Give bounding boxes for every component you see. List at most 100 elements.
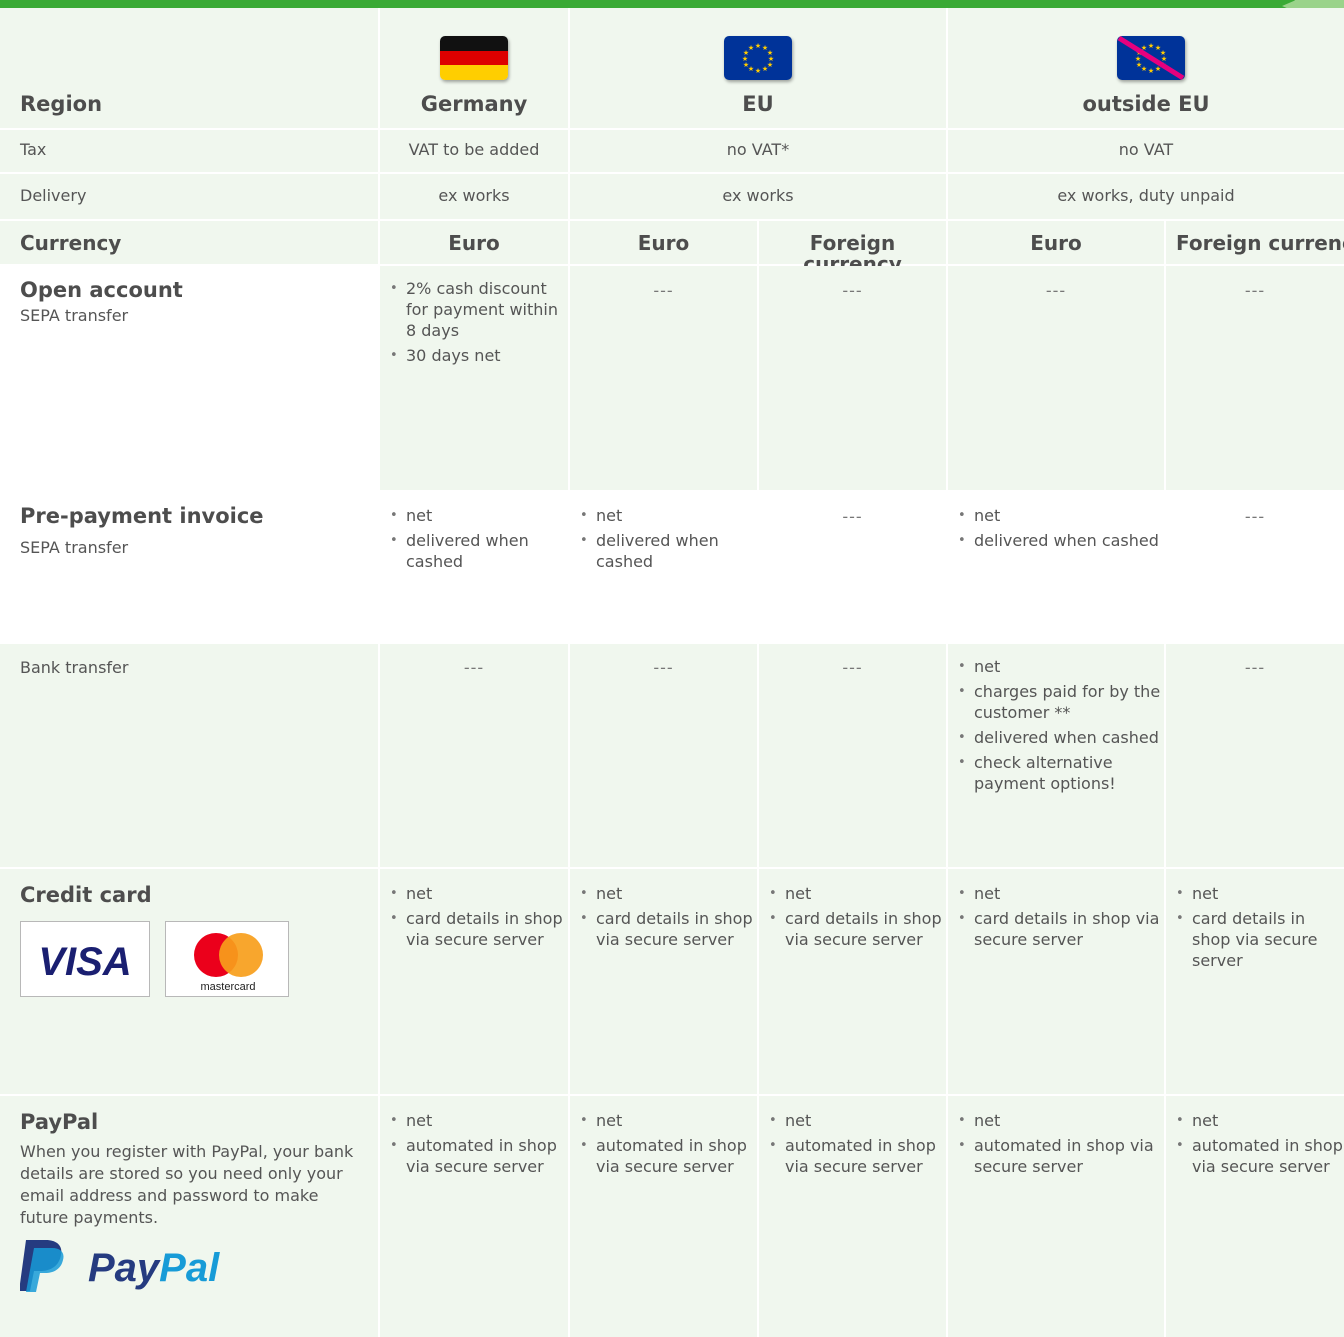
list-item: net: [390, 1110, 568, 1131]
list-item: net: [958, 883, 1164, 904]
list-item: delivered when cashed: [580, 530, 757, 572]
svg-text:★: ★: [755, 42, 761, 50]
open-account-eu-euro: ---: [653, 281, 674, 300]
tax-label: Tax: [20, 140, 47, 159]
credit-card-outside-euro: net card details in shop via secure serv…: [948, 883, 1164, 954]
list-item: net: [958, 1110, 1164, 1131]
column-divider: [1164, 221, 1166, 1337]
svg-text:PayPal: PayPal: [88, 1246, 220, 1290]
list-item: automated in shop via secure server: [1176, 1135, 1344, 1177]
list-item: 30 days net: [390, 345, 568, 366]
column-divider: [757, 221, 759, 1337]
list-item: card details in shop via secure server: [769, 908, 946, 950]
list-item: automated in shop via secure server: [958, 1135, 1164, 1177]
mastercard-logo: mastercard: [165, 921, 289, 997]
eu-flag-icon: ★ ★ ★ ★ ★ ★ ★ ★ ★ ★ ★ ★: [724, 36, 792, 80]
list-item: automated in shop via secure server: [580, 1135, 757, 1177]
currency-eu-euro: Euro: [637, 231, 690, 255]
delivery-germany: ex works: [438, 186, 510, 205]
open-account-eu-foreign: ---: [842, 281, 863, 300]
open-account-germany: 2% cash discount for payment within 8 da…: [380, 278, 568, 370]
region-outside-eu: outside EU: [1082, 92, 1210, 116]
paypal-eu-euro: net automated in shop via secure server: [570, 1110, 757, 1181]
credit-card-eu-foreign: net card details in shop via secure serv…: [759, 883, 946, 954]
list-item: card details in shop via secure server: [1176, 908, 1344, 971]
open-account-outside-euro: ---: [1045, 281, 1067, 300]
paypal-title: PayPal: [20, 1110, 99, 1134]
list-item: delivered when cashed: [958, 727, 1164, 748]
paypal-logo: PayPal: [19, 1236, 270, 1296]
open-account-label: Open account SEPA transfer: [0, 280, 370, 327]
list-item: net: [958, 505, 1164, 526]
prepayment-label: Pre-payment invoice SEPA transfer: [0, 506, 370, 559]
paypal-germany: net automated in shop via secure server: [380, 1110, 568, 1181]
svg-text:★: ★: [762, 65, 768, 73]
bank-transfer-label: Bank transfer: [20, 658, 129, 677]
list-item: net: [580, 883, 757, 904]
list-item: automated in shop via secure server: [769, 1135, 946, 1177]
bank-transfer-eu-euro: ---: [653, 658, 674, 677]
tax-eu: no VAT*: [726, 140, 790, 159]
region-eu: EU: [742, 92, 774, 116]
paypal-outside-foreign: net automated in shop via secure server: [1166, 1110, 1344, 1181]
delivery-eu: ex works: [722, 186, 794, 205]
bank-transfer-eu-foreign: ---: [842, 658, 863, 677]
delivery-outside-eu: ex works, duty unpaid: [1057, 186, 1235, 205]
list-item: delivered when cashed: [390, 530, 568, 572]
delivery-label: Delivery: [20, 186, 87, 205]
list-item: card details in shop via secure server: [390, 908, 568, 950]
prepayment-title: Pre-payment invoice: [20, 504, 264, 528]
credit-card-title: Credit card: [20, 883, 152, 907]
bank-transfer-outside-euro: net charges paid for by the customer ** …: [948, 656, 1164, 798]
germany-flag-icon: [440, 36, 508, 80]
list-item: net: [390, 883, 568, 904]
currency-outside-foreign: Foreign currency: [1176, 231, 1344, 255]
list-item: charges paid for by the customer **: [958, 681, 1164, 723]
list-item: net: [769, 883, 946, 904]
credit-card-eu-euro: net card details in shop via secure serv…: [570, 883, 757, 954]
credit-card-germany: net card details in shop via secure serv…: [380, 883, 568, 954]
open-account-outside-foreign: ---: [1244, 281, 1266, 300]
currency-label: Currency: [20, 231, 122, 255]
prepayment-eu-foreign: ---: [842, 507, 863, 526]
list-item: net: [958, 656, 1164, 677]
paypal-description: When you register with PayPal, your bank…: [20, 1142, 354, 1227]
list-item: automated in shop via secure server: [390, 1135, 568, 1177]
credit-card-outside-foreign: net card details in shop via secure serv…: [1166, 883, 1344, 975]
bank-transfer-germany: ---: [463, 658, 485, 677]
prepayment-subtitle: SEPA transfer: [20, 538, 129, 557]
currency-germany-euro: Euro: [448, 231, 500, 255]
credit-card-label: Credit card: [0, 885, 152, 906]
currency-outside-euro: Euro: [1030, 231, 1082, 255]
svg-text:★: ★: [1148, 42, 1154, 50]
list-item: net: [580, 1110, 757, 1131]
prepayment-outside-foreign: ---: [1244, 507, 1266, 526]
tax-outside-eu: no VAT: [1118, 140, 1174, 159]
column-divider: [568, 8, 570, 1337]
list-item: net: [1176, 883, 1344, 904]
list-item: net: [769, 1110, 946, 1131]
list-item: card details in shop via secure server: [958, 908, 1164, 950]
prepayment-germany: net delivered when cashed: [380, 505, 568, 576]
open-account-subtitle: SEPA transfer: [20, 306, 129, 325]
list-item: net: [1176, 1110, 1344, 1131]
visa-logo: VISA: [20, 921, 150, 997]
svg-text:★: ★: [755, 67, 761, 75]
column-divider: [946, 8, 948, 1337]
paypal-eu-foreign: net automated in shop via secure server: [759, 1110, 946, 1181]
list-item: net: [580, 505, 757, 526]
visa-logo-text: VISA: [38, 940, 131, 984]
paypal-label: PayPal When you register with PayPal, yo…: [0, 1112, 370, 1229]
tax-germany: VAT to be added: [408, 140, 540, 159]
eu-flag-crossed-icon: ★★★★ ★★★★ ★★★★: [1117, 36, 1185, 80]
list-item: check alternative payment options!: [958, 752, 1164, 794]
prepayment-outside-euro: net delivered when cashed: [948, 505, 1164, 555]
open-account-title: Open account: [20, 278, 183, 302]
column-divider: [378, 8, 380, 1337]
svg-text:★: ★: [1148, 67, 1154, 75]
svg-text:★: ★: [748, 44, 754, 52]
list-item: card details in shop via secure server: [580, 908, 757, 950]
region-label: Region: [20, 92, 103, 116]
top-accent-bar: [0, 0, 1344, 8]
mastercard-logo-text: mastercard: [200, 981, 255, 993]
